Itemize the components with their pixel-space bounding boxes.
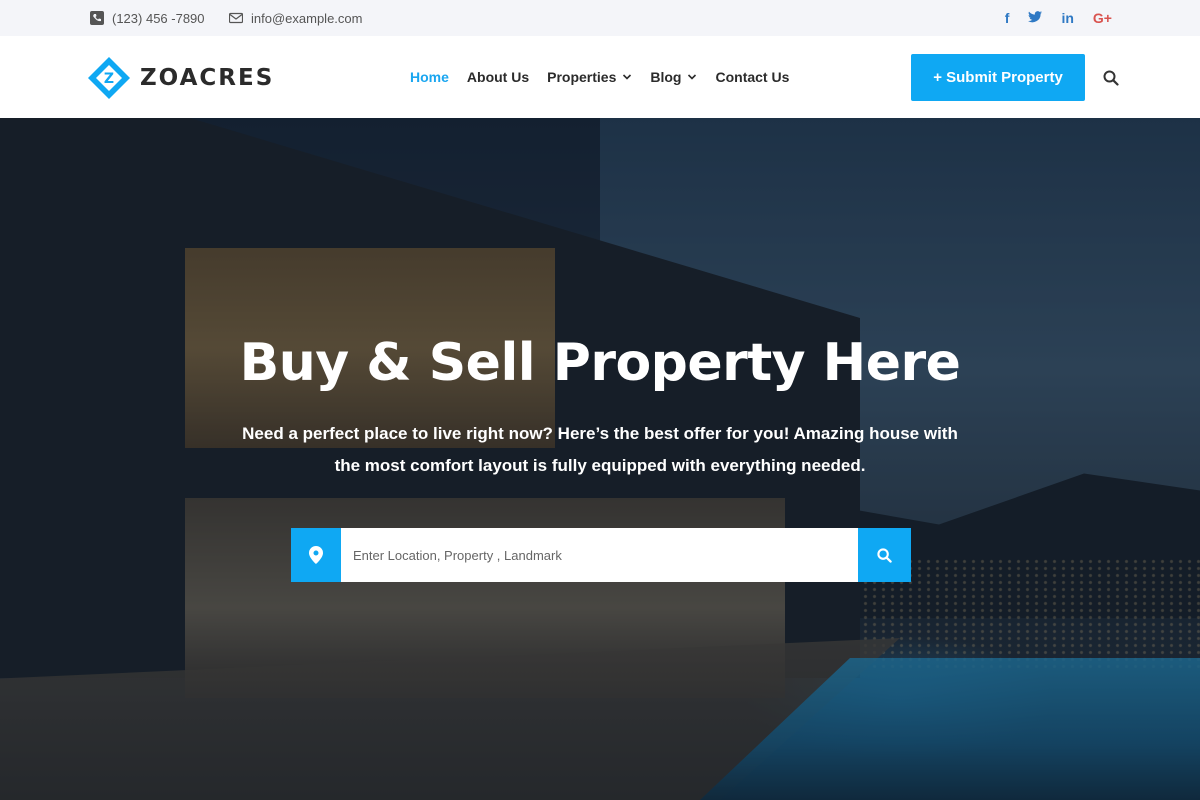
envelope-icon <box>229 12 243 24</box>
nav-blog[interactable]: Blog <box>650 69 697 85</box>
submit-property-button[interactable]: + Submit Property <box>911 54 1085 101</box>
nav-home[interactable]: Home <box>410 69 449 85</box>
twitter-icon[interactable] <box>1028 11 1043 25</box>
brand-logo[interactable]: Z ZOACRES <box>86 55 274 101</box>
search-submit-button[interactable] <box>858 528 911 582</box>
chevron-down-icon <box>688 74 697 80</box>
facebook-icon[interactable]: f <box>1005 11 1010 25</box>
logo-mark-icon: Z <box>88 57 130 99</box>
search-icon <box>877 547 892 563</box>
social-links: f in G+ <box>1005 0 1112 36</box>
hero-subtitle: Need a perfect place to live right now? … <box>242 424 958 475</box>
phone-contact[interactable]: (123) 456 -7890 <box>90 0 205 36</box>
brand-name: ZOACRES <box>140 65 275 91</box>
location-pin-icon <box>291 528 341 582</box>
hero-title: Buy & Sell Property Here <box>239 333 961 393</box>
nav-contact-us-label: Contact Us <box>715 69 790 85</box>
main-nav: Home About Us Properties Blog Contact Us <box>410 36 807 118</box>
search-input[interactable] <box>341 528 858 582</box>
site-header: Z ZOACRES Home About Us Properties Blog … <box>0 36 1200 118</box>
nav-blog-label: Blog <box>650 69 682 85</box>
nav-about-us-label: About Us <box>466 69 530 85</box>
hero-section: Buy & Sell Property Here Need a perfect … <box>0 118 1200 800</box>
email-contact[interactable]: info@example.com <box>229 0 362 36</box>
chevron-down-icon <box>623 74 632 80</box>
nav-properties[interactable]: Properties <box>547 69 632 85</box>
nav-about-us[interactable]: About Us <box>467 69 529 85</box>
nav-home-label: Home <box>410 69 449 85</box>
google-plus-icon[interactable]: G+ <box>1093 11 1112 25</box>
search-icon[interactable] <box>1103 70 1119 86</box>
property-search-bar <box>291 528 911 582</box>
nav-properties-label: Properties <box>547 69 617 85</box>
phone-icon <box>90 11 104 25</box>
email-address: info@example.com <box>251 10 363 26</box>
phone-number: (123) 456 -7890 <box>112 10 205 26</box>
top-bar: (123) 456 -7890 info@example.com f in G+ <box>0 0 1200 36</box>
svg-text:Z: Z <box>104 71 114 87</box>
linkedin-icon[interactable]: in <box>1061 11 1073 25</box>
nav-contact-us[interactable]: Contact Us <box>715 69 789 85</box>
